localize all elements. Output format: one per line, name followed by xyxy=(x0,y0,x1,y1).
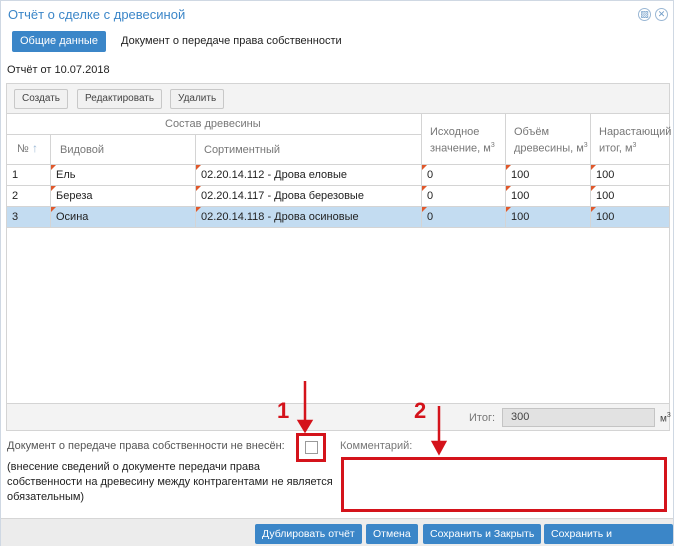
report-dialog: Отчёт о сделке с древесиной ▨ ✕ Общие да… xyxy=(0,0,674,546)
arrow-down-icon xyxy=(296,381,314,434)
cancel-button[interactable]: Отмена xyxy=(366,524,418,544)
save-sign-button[interactable]: Сохранить и Подписать xyxy=(544,524,673,544)
duplicate-report-button[interactable]: Дублировать отчёт xyxy=(255,524,362,544)
footer-bar: Дублировать отчёт Отмена Сохранить и Зак… xyxy=(1,518,673,546)
annotation-arrows xyxy=(296,381,448,456)
save-close-button[interactable]: Сохранить и Закрыть xyxy=(423,524,542,544)
arrow-down-icon xyxy=(430,406,448,456)
